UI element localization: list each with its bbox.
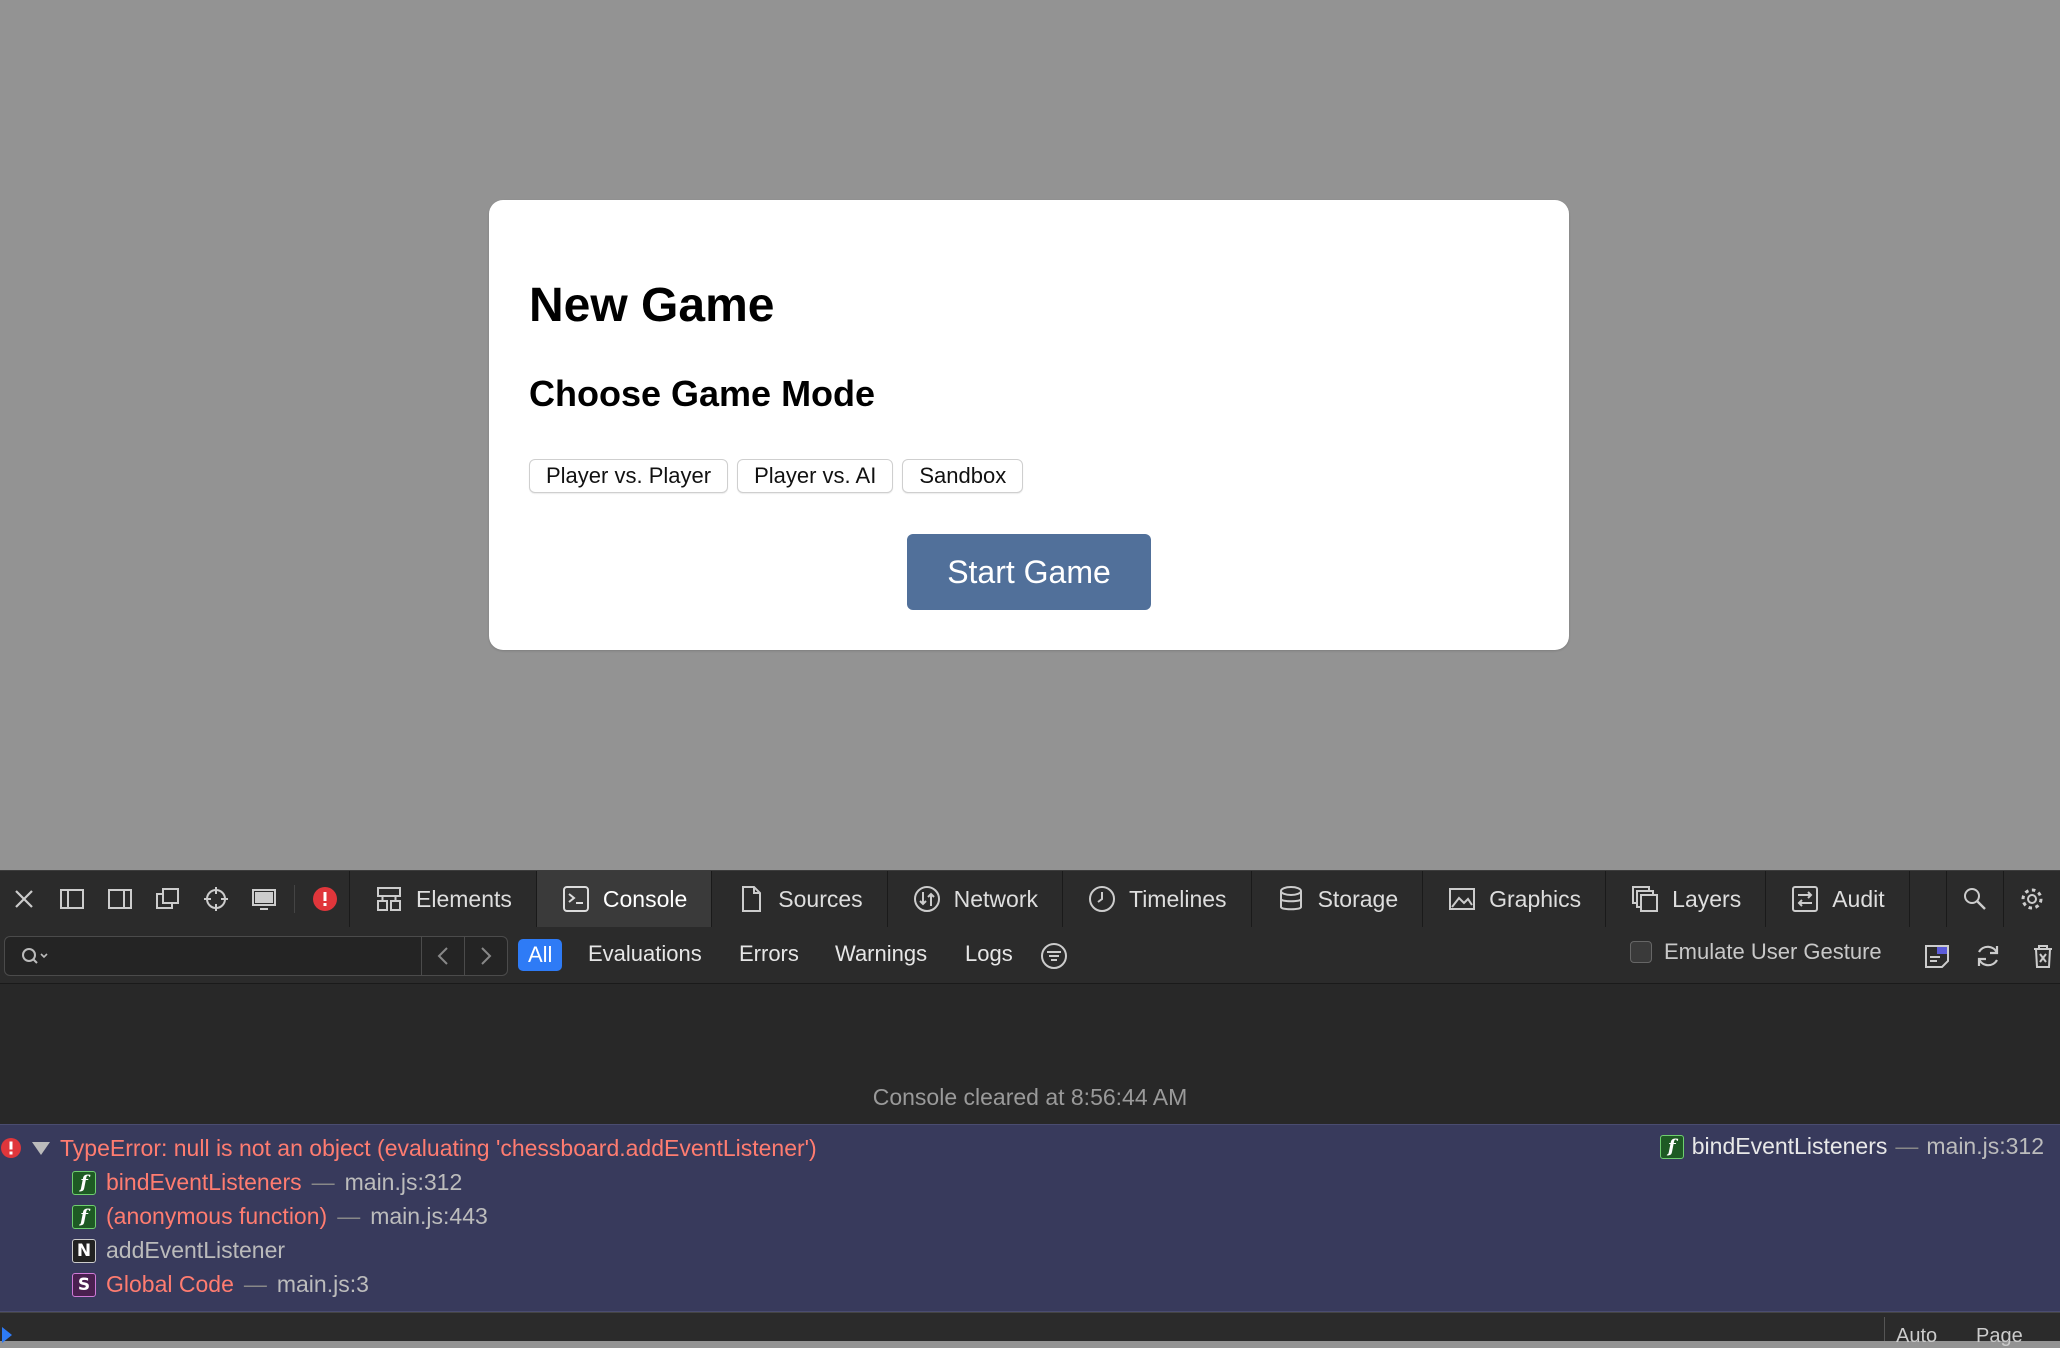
mode-player-vs-ai-button[interactable]: Player vs. AI bbox=[737, 459, 894, 493]
console-prompt-bar[interactable]: Auto Page bbox=[0, 1312, 2060, 1347]
error-icon bbox=[1, 1138, 21, 1158]
stack-frame: N addEventListener bbox=[72, 1237, 285, 1264]
console-snippet-icon[interactable] bbox=[1920, 939, 1954, 973]
stack-frame-name: Global Code bbox=[106, 1271, 234, 1297]
stack-frame-name: bindEventListeners bbox=[106, 1169, 302, 1195]
error-source-location[interactable]: f bindEventListeners — main.js:312 bbox=[1659, 1133, 2044, 1160]
layers-icon bbox=[1632, 886, 1659, 912]
graphics-icon bbox=[1449, 888, 1476, 910]
game-mode-heading: Choose Game Mode bbox=[529, 373, 876, 414]
console-icon bbox=[562, 886, 589, 912]
filter-options-icon[interactable] bbox=[1037, 939, 1071, 973]
tab-console-label: Console bbox=[602, 885, 688, 912]
stack-frame-name: (anonymous function) bbox=[106, 1203, 328, 1229]
stack-frame-location: main.js:312 bbox=[344, 1169, 463, 1195]
dock-left-icon[interactable] bbox=[48, 871, 96, 927]
execution-context-page[interactable]: Page bbox=[1976, 1325, 2023, 1348]
new-game-dialog: New Game Choose Game Mode Player vs. Pla… bbox=[489, 200, 1569, 650]
tab-network[interactable]: Network bbox=[886, 871, 1062, 927]
gear-icon[interactable] bbox=[2003, 871, 2060, 927]
tab-timelines[interactable]: Timelines bbox=[1062, 871, 1251, 927]
tab-graphics-label: Graphics bbox=[1489, 885, 1582, 912]
sources-icon bbox=[742, 886, 762, 912]
page-viewport: New Game Choose Game Mode Player vs. Pla… bbox=[0, 0, 2060, 870]
stack-frame[interactable]: f bindEventListeners — main.js:312 bbox=[72, 1169, 462, 1196]
tab-sources-label: Sources bbox=[778, 885, 863, 912]
dialog-title: New Game bbox=[529, 279, 775, 332]
emulate-user-gesture[interactable]: Emulate User Gesture bbox=[1630, 939, 1882, 965]
web-inspector: Elements Console Sources Network Timelin… bbox=[0, 870, 2060, 1347]
reload-icon[interactable] bbox=[1971, 939, 2005, 973]
console-filter-bar: All Evaluations Errors Warnings Logs Emu… bbox=[0, 927, 2060, 984]
device-settings-icon[interactable] bbox=[240, 871, 288, 927]
filter-errors[interactable]: Errors bbox=[739, 941, 799, 967]
tab-audit[interactable]: Audit bbox=[1765, 871, 1908, 927]
timelines-icon bbox=[1089, 886, 1115, 912]
previous-match-button[interactable] bbox=[421, 937, 464, 975]
function-icon: f bbox=[72, 1204, 96, 1229]
search-icon[interactable] bbox=[1946, 871, 2003, 927]
tab-elements-label: Elements bbox=[416, 885, 512, 912]
close-inspector-icon[interactable] bbox=[0, 871, 48, 927]
console-cleared-message: Console cleared at 8:56:44 AM bbox=[872, 1084, 1188, 1110]
execution-context-auto[interactable]: Auto bbox=[1896, 1325, 1937, 1348]
element-selection-icon[interactable] bbox=[192, 871, 240, 927]
tab-audit-label: Audit bbox=[1832, 885, 1885, 912]
detach-window-icon[interactable] bbox=[144, 871, 192, 927]
emulate-user-gesture-checkbox[interactable] bbox=[1630, 941, 1652, 963]
error-location-function: bindEventListeners bbox=[1691, 1133, 1888, 1159]
native-code-icon: N bbox=[72, 1238, 96, 1263]
tab-sources[interactable]: Sources bbox=[711, 871, 886, 927]
filter-warnings[interactable]: Warnings bbox=[835, 941, 927, 967]
error-text: TypeError: null is not an object (evalua… bbox=[60, 1135, 817, 1161]
start-game-button[interactable]: Start Game bbox=[907, 534, 1151, 610]
filter-search-icon[interactable] bbox=[19, 945, 51, 967]
dock-right-icon[interactable] bbox=[96, 871, 144, 927]
chevron-right-icon bbox=[481, 947, 492, 965]
tab-timelines-label: Timelines bbox=[1129, 885, 1227, 912]
error-indicator-icon[interactable] bbox=[301, 871, 349, 927]
function-icon: f bbox=[72, 1170, 96, 1195]
console-search-input[interactable] bbox=[59, 941, 423, 973]
stack-frame-location: main.js:443 bbox=[370, 1203, 488, 1229]
stack-frame-name: addEventListener bbox=[106, 1237, 286, 1263]
stack-frame-location: main.js:3 bbox=[276, 1271, 369, 1297]
next-match-button[interactable] bbox=[464, 937, 507, 975]
inspector-tab-bar: Elements Console Sources Network Timelin… bbox=[0, 870, 2060, 928]
filter-logs[interactable]: Logs bbox=[965, 941, 1013, 967]
mode-player-vs-player-button[interactable]: Player vs. Player bbox=[529, 459, 729, 493]
clear-console-icon[interactable] bbox=[2026, 939, 2060, 973]
console-output: Console cleared at 8:56:44 AM TypeError:… bbox=[0, 984, 2060, 1347]
tab-network-label: Network bbox=[953, 885, 1038, 912]
audit-icon bbox=[1792, 886, 1819, 912]
stack-frame[interactable]: S Global Code — main.js:3 bbox=[72, 1271, 369, 1298]
tab-graphics[interactable]: Graphics bbox=[1422, 871, 1605, 927]
network-icon bbox=[913, 886, 940, 912]
filter-all[interactable]: All bbox=[518, 939, 563, 971]
tab-storage[interactable]: Storage bbox=[1250, 871, 1423, 927]
tab-storage-label: Storage bbox=[1317, 885, 1399, 912]
filter-evaluations[interactable]: Evaluations bbox=[588, 941, 702, 967]
chevron-left-icon bbox=[437, 947, 448, 965]
function-icon: f bbox=[1659, 1134, 1684, 1159]
game-mode-options: Player vs. Player Player vs. AI Sandbox bbox=[529, 459, 1024, 493]
console-error-message[interactable]: TypeError: null is not an object (evalua… bbox=[0, 1124, 2060, 1312]
tab-layers[interactable]: Layers bbox=[1605, 871, 1765, 927]
tab-layers-label: Layers bbox=[1672, 885, 1742, 912]
disclosure-triangle-icon[interactable] bbox=[32, 1142, 50, 1155]
toolbar-divider bbox=[294, 885, 295, 913]
console-search-field bbox=[4, 936, 508, 976]
elements-icon bbox=[377, 887, 401, 911]
script-icon: S bbox=[72, 1272, 96, 1297]
storage-icon bbox=[1279, 886, 1302, 911]
stack-frame[interactable]: f (anonymous function) — main.js:443 bbox=[72, 1203, 488, 1230]
error-location-file: main.js:312 bbox=[1926, 1133, 2044, 1159]
mode-sandbox-button[interactable]: Sandbox bbox=[902, 459, 1024, 493]
emulate-user-gesture-label: Emulate User Gesture bbox=[1664, 939, 1882, 964]
prompt-chevron-icon bbox=[2, 1327, 12, 1343]
tab-elements[interactable]: Elements bbox=[349, 871, 536, 927]
tab-console[interactable]: Console bbox=[535, 871, 712, 927]
